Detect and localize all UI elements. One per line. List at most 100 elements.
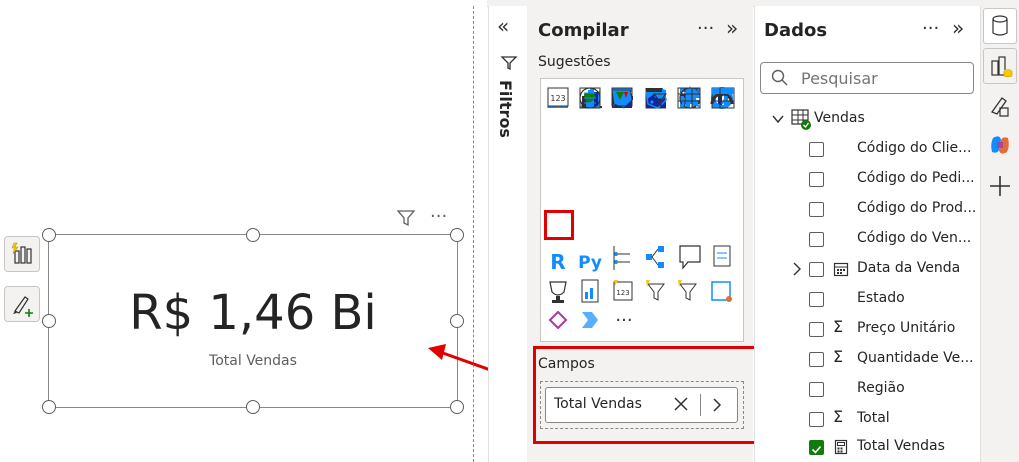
chevron-right-icon[interactable] <box>792 262 802 276</box>
resize-handle[interactable] <box>246 228 260 242</box>
field-label: Código do Ven... <box>857 230 972 246</box>
calculator-icon <box>834 439 848 455</box>
filter-icon[interactable] <box>396 208 416 228</box>
expand-chevron-icon[interactable]: » <box>726 16 738 40</box>
card-visual-selected[interactable] <box>544 210 574 240</box>
resize-handle[interactable] <box>246 400 260 414</box>
table-node-vendas[interactable]: Vendas <box>760 104 976 134</box>
sum-icon: Σ <box>833 407 844 426</box>
field-checkbox[interactable] <box>809 382 824 397</box>
build-visual-icon <box>991 56 1013 78</box>
filters-label[interactable]: Filtros <box>496 80 515 138</box>
more-visuals-icon: ··· <box>615 310 632 331</box>
field-label: Código do Pedi... <box>857 170 975 186</box>
data-pane-title: Dados <box>764 20 828 41</box>
remove-field-icon[interactable] <box>673 396 689 412</box>
field-row[interactable]: Σ Preço Unitário <box>760 314 976 344</box>
resize-handle[interactable] <box>450 314 464 328</box>
calendar-icon <box>833 262 849 277</box>
smart-narrative-icon <box>713 245 731 267</box>
field-checkbox[interactable] <box>809 172 824 187</box>
svg-text:123: 123 <box>616 289 629 297</box>
field-checkbox[interactable] <box>809 202 824 217</box>
field-row[interactable]: Σ Quantidade Ve... <box>760 344 976 374</box>
qna-icon <box>679 245 701 270</box>
chevron-down-icon[interactable] <box>772 114 784 124</box>
field-pill-label: Total Vendas <box>554 396 642 412</box>
resize-handle[interactable] <box>42 400 56 414</box>
field-label: Código do Clie... <box>857 140 972 156</box>
field-row[interactable]: Região <box>760 374 976 404</box>
goals-trophy-icon <box>549 281 567 303</box>
key-influencers-icon <box>613 246 630 270</box>
chevron-right-icon[interactable] <box>711 397 723 413</box>
power-apps-icon <box>678 280 697 301</box>
database-icon <box>992 15 1008 36</box>
paginated-report-icon <box>581 279 599 303</box>
field-row[interactable]: Código do Ven... <box>760 224 976 254</box>
sum-icon: Σ <box>833 317 844 336</box>
field-row[interactable]: Estado <box>760 284 976 314</box>
field-checkbox[interactable] <box>809 322 824 337</box>
field-row[interactable]: Código do Pedi... <box>760 164 976 194</box>
field-label: Região <box>857 380 905 396</box>
power-apps-visual-icon <box>548 310 568 330</box>
field-label: Total Vendas <box>857 438 945 454</box>
build-pane-title: Compilar <box>538 20 629 41</box>
field-label: Data da Venda <box>857 260 961 276</box>
more-options-icon[interactable]: ··· <box>697 18 714 39</box>
r-script-visual-icon: R <box>550 250 565 274</box>
field-row[interactable]: Código do Prod... <box>760 194 976 224</box>
field-row[interactable]: Total Vendas <box>760 432 976 462</box>
power-automate-icon <box>711 281 732 302</box>
field-checkbox[interactable] <box>809 262 824 277</box>
suggestions-label: Sugestões <box>538 54 611 70</box>
power-automate-flow-icon <box>582 312 598 328</box>
filter-icon <box>500 56 518 71</box>
field-checkbox[interactable] <box>809 232 824 247</box>
build-pane-toggle[interactable] <box>983 48 1017 84</box>
card-value: R$ 1,46 Bi <box>129 285 377 341</box>
filters-pane-collapsed[interactable] <box>488 6 528 462</box>
card-visual-icon: 123 <box>547 87 569 107</box>
table-name: Vendas <box>814 110 865 126</box>
field-pill[interactable]: Total Vendas <box>545 387 738 423</box>
resize-handle[interactable] <box>450 228 464 242</box>
copilot-icon[interactable] <box>987 132 1013 158</box>
search-input[interactable] <box>799 67 968 89</box>
power-automate-card-icon: 123 <box>613 280 633 301</box>
field-checkbox[interactable] <box>809 412 824 427</box>
visual-format-button[interactable] <box>4 236 40 272</box>
more-options-icon[interactable]: ··· <box>430 206 447 227</box>
search-icon <box>771 69 788 86</box>
resize-handle[interactable] <box>42 314 56 328</box>
fields-label: Campos <box>538 356 595 372</box>
field-checkbox[interactable] <box>809 142 824 157</box>
field-row[interactable]: Data da Venda <box>760 254 976 284</box>
check-icon <box>811 445 822 454</box>
format-paintbrush-icon[interactable] <box>986 92 1014 120</box>
pill-divider <box>700 394 701 416</box>
add-pane-icon[interactable] <box>988 174 1012 198</box>
more-options-icon[interactable]: ··· <box>922 18 939 39</box>
search-box[interactable] <box>760 62 974 94</box>
collapse-chevron-icon[interactable]: « <box>497 14 509 38</box>
field-label: Quantidade Ve... <box>857 350 974 366</box>
field-label: Preço Unitário <box>857 320 956 336</box>
field-checkbox[interactable] <box>809 352 824 367</box>
field-checkbox[interactable] <box>809 292 824 307</box>
field-row[interactable]: Código do Clie... <box>760 134 976 164</box>
field-checkbox-checked[interactable] <box>809 440 824 455</box>
field-row[interactable]: Σ Total <box>760 404 976 434</box>
resize-handle[interactable] <box>42 228 56 242</box>
format-visual-button[interactable] <box>4 286 40 322</box>
field-label: Estado <box>857 290 905 306</box>
paintbrush-add-icon <box>13 296 33 317</box>
sum-icon: Σ <box>833 347 844 366</box>
data-pane-toggle[interactable] <box>983 8 1017 44</box>
power-automate-slicer-icon <box>646 280 665 301</box>
expand-chevron-icon[interactable]: » <box>952 16 964 40</box>
decomposition-tree-icon <box>646 246 664 268</box>
card-visual[interactable]: R$ 1,46 Bi Total Vendas <box>48 234 458 408</box>
resize-handle[interactable] <box>450 400 464 414</box>
